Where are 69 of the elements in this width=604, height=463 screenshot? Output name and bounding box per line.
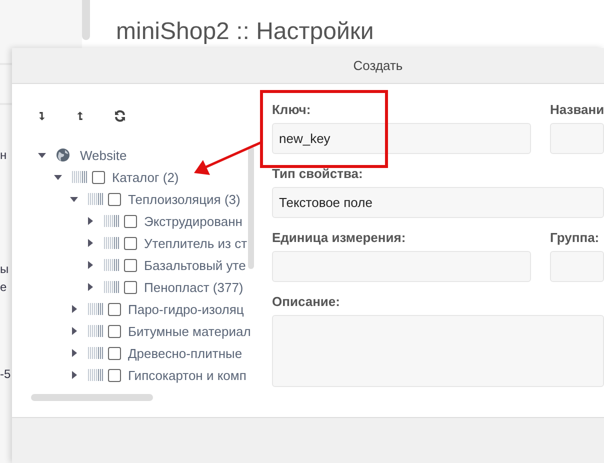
tree-item[interactable]: Экструдированн [144, 214, 242, 228]
field-value: Текстовое поле [279, 195, 372, 210]
checkbox[interactable] [108, 324, 121, 338]
tree-item[interactable]: Каталог (2) [112, 170, 179, 184]
field-label: Ключ: [272, 102, 312, 117]
category-icon [104, 281, 120, 293]
tree-item[interactable]: Битумные материал [128, 324, 251, 338]
expand-arrow-icon[interactable] [88, 239, 93, 247]
category-icon [88, 303, 104, 315]
checkbox[interactable] [108, 346, 121, 360]
collapse-arrow-icon[interactable] [54, 174, 62, 180]
expand-arrow-icon[interactable] [88, 217, 93, 225]
name-field[interactable] [550, 123, 604, 154]
arrow-up-icon[interactable] [76, 111, 84, 121]
sidebar-text: ы [0, 262, 9, 276]
sidebar-text: -5 [0, 367, 11, 381]
scrollbar[interactable] [31, 394, 153, 401]
sidebar-text: е [0, 280, 7, 294]
tree-item[interactable]: Теплоизоляция (3) [128, 192, 240, 206]
checkbox[interactable] [108, 192, 121, 206]
field-value: new_key [279, 131, 330, 146]
field-label: Описание: [272, 294, 341, 309]
category-icon [88, 193, 104, 205]
checkbox[interactable] [124, 214, 137, 228]
tree-item[interactable]: Website [80, 148, 127, 162]
arrow-down-icon[interactable] [38, 111, 46, 121]
type-field[interactable]: Текстовое поле [272, 187, 604, 218]
category-icon [72, 171, 88, 183]
globe-icon [56, 148, 70, 162]
category-icon [88, 347, 104, 359]
tree-item[interactable]: Древесно-плитные [128, 346, 242, 360]
sidebar-text: н [0, 148, 7, 162]
description-field[interactable] [272, 315, 604, 387]
category-icon [104, 215, 120, 227]
checkbox[interactable] [108, 368, 121, 382]
checkbox[interactable] [124, 280, 137, 294]
checkbox[interactable] [124, 236, 137, 250]
field-label: Тип свойства: [272, 166, 364, 181]
expand-arrow-icon[interactable] [88, 283, 93, 291]
tree-item[interactable]: Утеплитель из ст [144, 236, 248, 250]
expand-arrow-icon[interactable] [72, 327, 77, 335]
tree-item[interactable]: Пенопласт (377) [144, 280, 244, 294]
collapse-arrow-icon[interactable] [70, 196, 78, 202]
checkbox[interactable] [92, 170, 105, 184]
refresh-icon[interactable] [114, 110, 126, 122]
scrollbar[interactable] [248, 146, 254, 269]
page-title: miniShop2 :: Настройки [116, 18, 375, 46]
category-icon [104, 237, 120, 249]
checkbox[interactable] [124, 258, 137, 272]
unit-field[interactable] [272, 251, 531, 282]
group-field[interactable] [550, 251, 604, 282]
expand-arrow-icon[interactable] [72, 371, 77, 379]
expand-arrow-icon[interactable] [88, 261, 93, 269]
tree-item[interactable]: Гипсокартон и комп [128, 368, 246, 382]
scrollbar[interactable] [82, 0, 90, 40]
key-field[interactable]: new_key [272, 123, 531, 154]
dialog-title: Создать [353, 58, 403, 73]
tree-item[interactable]: Базальтовый уте [144, 258, 246, 272]
field-label: Группа: [550, 230, 600, 245]
field-label: Названи [550, 102, 604, 117]
tree-item[interactable]: Паро-гидро-изоляц [128, 302, 244, 316]
collapse-arrow-icon[interactable] [38, 152, 46, 158]
expand-arrow-icon[interactable] [72, 305, 77, 313]
category-icon [88, 325, 104, 337]
checkbox[interactable] [108, 302, 121, 316]
category-icon [104, 259, 120, 271]
field-label: Единица измерения: [272, 230, 407, 245]
expand-arrow-icon[interactable] [72, 349, 77, 357]
category-icon [88, 369, 104, 381]
